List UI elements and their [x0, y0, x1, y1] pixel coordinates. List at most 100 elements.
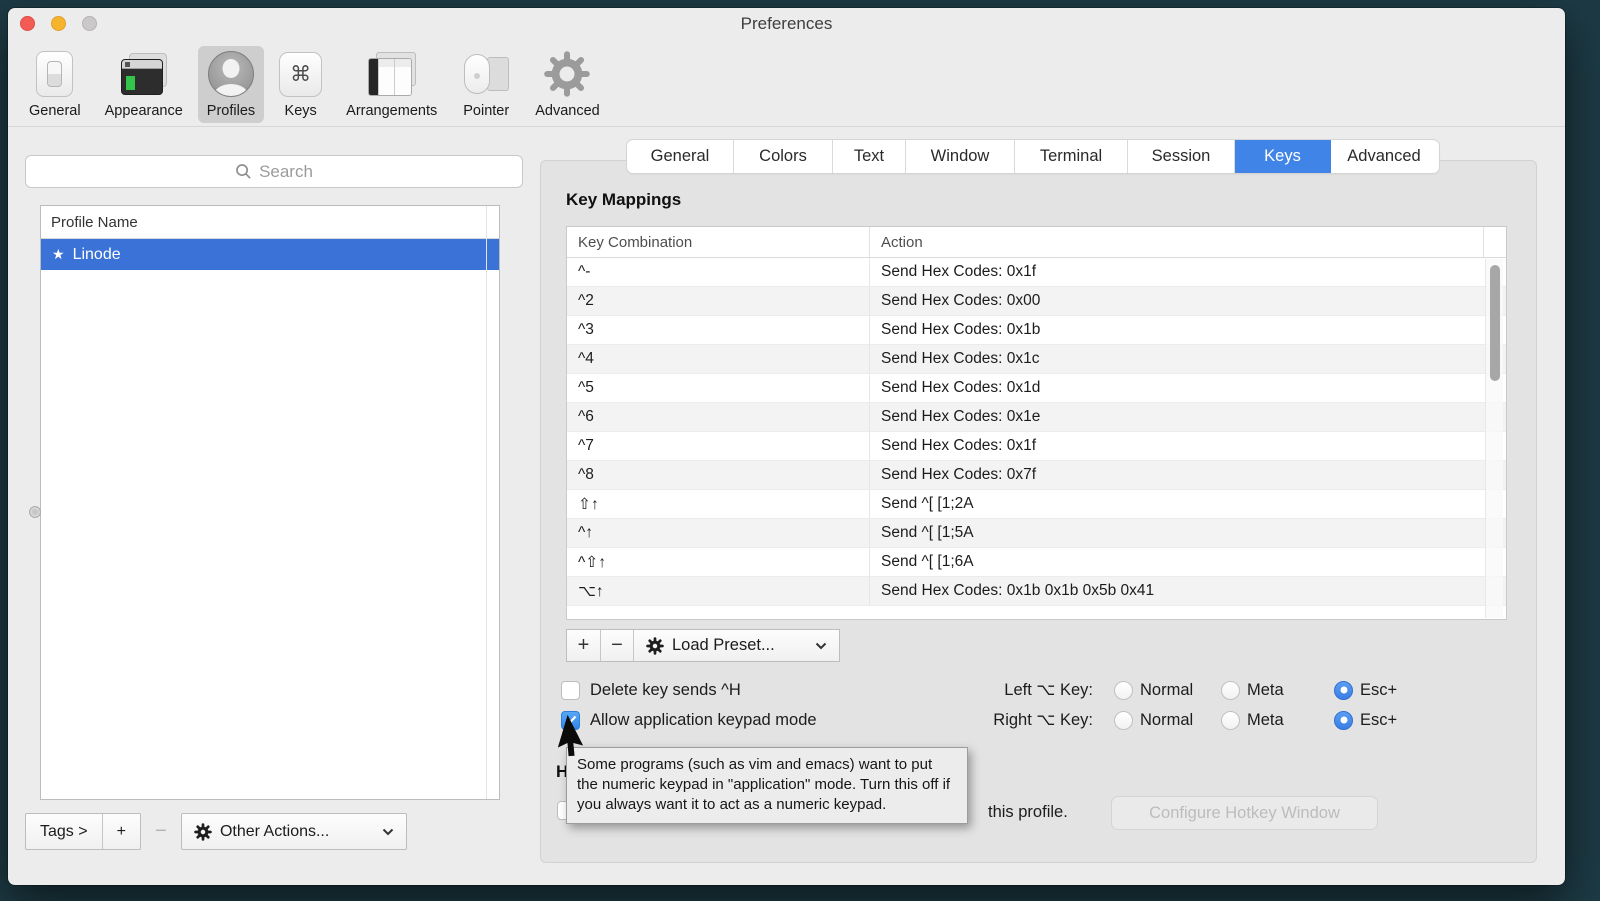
- table-row[interactable]: ⇧↑Send ^[ [1;2A: [567, 490, 1506, 519]
- column-header-key-combination[interactable]: Key Combination: [567, 227, 870, 257]
- profile-name: Linode: [73, 246, 121, 264]
- key-combination-cell: ⌥↑: [567, 577, 870, 605]
- action-cell: Send ^[ [1;6A: [870, 548, 1506, 576]
- key-combination-cell: ^8: [567, 461, 870, 489]
- titlebar[interactable]: Preferences: [8, 8, 1565, 40]
- toolbar-item-appearance[interactable]: Appearance: [96, 46, 192, 123]
- column-header-action[interactable]: Action: [870, 227, 1484, 257]
- action-cell: Send ^[ [1;5A: [870, 519, 1506, 547]
- left-option-key-label: Left ⌥ Key:: [921, 680, 1093, 700]
- key-combination-cell: ^-: [567, 258, 870, 286]
- window-title: Preferences: [8, 14, 1565, 34]
- key-mappings-table-header: Key Combination Action: [567, 227, 1506, 258]
- left-option-meta-radio[interactable]: Meta: [1221, 681, 1284, 700]
- tab-session[interactable]: Session: [1128, 140, 1235, 173]
- remove-key-mapping-button[interactable]: −: [600, 630, 633, 661]
- toolbar-item-general[interactable]: General: [20, 46, 90, 123]
- gear-icon: [194, 823, 212, 841]
- key-combination-cell: ⇧↑: [567, 490, 870, 518]
- table-row[interactable]: ^3Send Hex Codes: 0x1b: [567, 316, 1506, 345]
- toolbar-item-label: Profiles: [207, 103, 255, 119]
- tab-keys[interactable]: Keys: [1235, 140, 1331, 173]
- search-placeholder: Search: [259, 162, 313, 182]
- table-row[interactable]: ^-Send Hex Codes: 0x1f: [567, 258, 1506, 287]
- toolbar-item-label: General: [29, 103, 81, 119]
- profile-list-actions: Tags > + − Other Actions...: [25, 813, 407, 850]
- pointer-mouse-icon: [461, 49, 511, 99]
- table-row[interactable]: ^4Send Hex Codes: 0x1c: [567, 345, 1506, 374]
- appearance-terminal-icon: [121, 49, 167, 99]
- scrollbar-thumb[interactable]: [1490, 265, 1500, 381]
- tags-button[interactable]: Tags >: [26, 814, 102, 849]
- table-row[interactable]: ^⇧↑Send ^[ [1;6A: [567, 548, 1506, 577]
- profile-search-input[interactable]: Search: [25, 155, 523, 188]
- toolbar-item-arrangements[interactable]: Arrangements: [337, 46, 446, 123]
- key-combination-cell: ^7: [567, 432, 870, 460]
- key-combination-cell: ^6: [567, 403, 870, 431]
- tab-colors[interactable]: Colors: [734, 140, 833, 173]
- table-row[interactable]: ^5Send Hex Codes: 0x1d: [567, 374, 1506, 403]
- remove-profile-button[interactable]: −: [141, 813, 181, 850]
- keys-command-icon: ⌘: [279, 49, 322, 99]
- left-option-esc-radio[interactable]: Esc+: [1334, 681, 1397, 700]
- default-profile-star-icon: ★: [52, 246, 65, 263]
- delete-key-checkbox[interactable]: [561, 681, 580, 700]
- tab-general[interactable]: General: [627, 140, 734, 173]
- column-header-spacer: [1484, 227, 1506, 257]
- toolbar-item-profiles[interactable]: Profiles: [198, 46, 264, 123]
- action-cell: Send Hex Codes: 0x1f: [870, 258, 1506, 286]
- add-key-mapping-button[interactable]: +: [567, 630, 600, 661]
- left-option-normal-radio[interactable]: Normal: [1114, 681, 1193, 700]
- table-row[interactable]: ^2Send Hex Codes: 0x00: [567, 287, 1506, 316]
- table-row[interactable]: ^↑Send ^[ [1;5A: [567, 519, 1506, 548]
- table-row[interactable]: ^6Send Hex Codes: 0x1e: [567, 403, 1506, 432]
- general-switch-icon: [36, 49, 73, 99]
- chevron-down-icon: [815, 642, 827, 650]
- delete-key-label: Delete key sends ^H: [590, 681, 741, 700]
- key-combination-cell: ^5: [567, 374, 870, 402]
- right-option-esc-radio[interactable]: Esc+: [1334, 711, 1397, 730]
- other-actions-label: Other Actions...: [220, 823, 329, 841]
- key-mappings-heading: Key Mappings: [566, 190, 681, 210]
- action-cell: Send Hex Codes: 0x1e: [870, 403, 1506, 431]
- profile-row-linode[interactable]: ★ Linode: [41, 239, 499, 270]
- load-preset-label: Load Preset...: [672, 636, 775, 655]
- key-mapping-buttons: + − Load Preset...: [566, 629, 840, 662]
- add-profile-button[interactable]: +: [102, 814, 140, 849]
- key-combination-cell: ^3: [567, 316, 870, 344]
- table-row[interactable]: ^8Send Hex Codes: 0x7f: [567, 461, 1506, 490]
- right-option-normal-radio[interactable]: Normal: [1114, 711, 1193, 730]
- profile-list-column-divider: [486, 206, 487, 799]
- tab-advanced[interactable]: Advanced: [1331, 140, 1437, 173]
- action-cell: Send Hex Codes: 0x1b: [870, 316, 1506, 344]
- table-row[interactable]: ^7Send Hex Codes: 0x1f: [567, 432, 1506, 461]
- left-option-key-group: Left ⌥ Key: Normal Meta Esc+: [921, 678, 1481, 702]
- tab-terminal[interactable]: Terminal: [1015, 140, 1128, 173]
- window-split-handle[interactable]: [29, 506, 41, 518]
- tab-text[interactable]: Text: [833, 140, 906, 173]
- other-actions-dropdown[interactable]: Other Actions...: [181, 813, 407, 850]
- profile-list-header[interactable]: Profile Name: [41, 206, 499, 239]
- radio-label: Meta: [1247, 681, 1284, 700]
- action-cell: Send Hex Codes: 0x1b 0x1b 0x5b 0x41: [870, 577, 1506, 605]
- action-cell: Send Hex Codes: 0x00: [870, 287, 1506, 315]
- radio-label: Esc+: [1360, 711, 1397, 730]
- configure-hotkey-window-button[interactable]: Configure Hotkey Window: [1111, 796, 1378, 830]
- radio-label: Esc+: [1360, 681, 1397, 700]
- toolbar-item-pointer[interactable]: Pointer: [452, 46, 520, 123]
- right-option-meta-radio[interactable]: Meta: [1221, 711, 1284, 730]
- toolbar-item-keys[interactable]: ⌘ Keys: [270, 46, 331, 123]
- mouse-cursor: [558, 714, 602, 779]
- gear-icon: [646, 637, 664, 655]
- key-combination-cell: ^4: [567, 345, 870, 373]
- table-row[interactable]: ⌥↑Send Hex Codes: 0x1b 0x1b 0x5b 0x41: [567, 577, 1506, 606]
- key-mappings-table: Key Combination Action ^-Send Hex Codes:…: [566, 226, 1507, 620]
- right-option-key-label: Right ⌥ Key:: [921, 710, 1093, 730]
- table-scrollbar[interactable]: [1485, 259, 1503, 618]
- preferences-toolbar: General Appearance Profiles ⌘ Keys Arran…: [8, 38, 1565, 127]
- radio-label: Normal: [1140, 711, 1193, 730]
- tab-window[interactable]: Window: [906, 140, 1015, 173]
- key-combination-cell: ^⇧↑: [567, 548, 870, 576]
- toolbar-item-advanced[interactable]: Advanced: [526, 46, 609, 123]
- load-preset-dropdown[interactable]: Load Preset...: [633, 630, 839, 661]
